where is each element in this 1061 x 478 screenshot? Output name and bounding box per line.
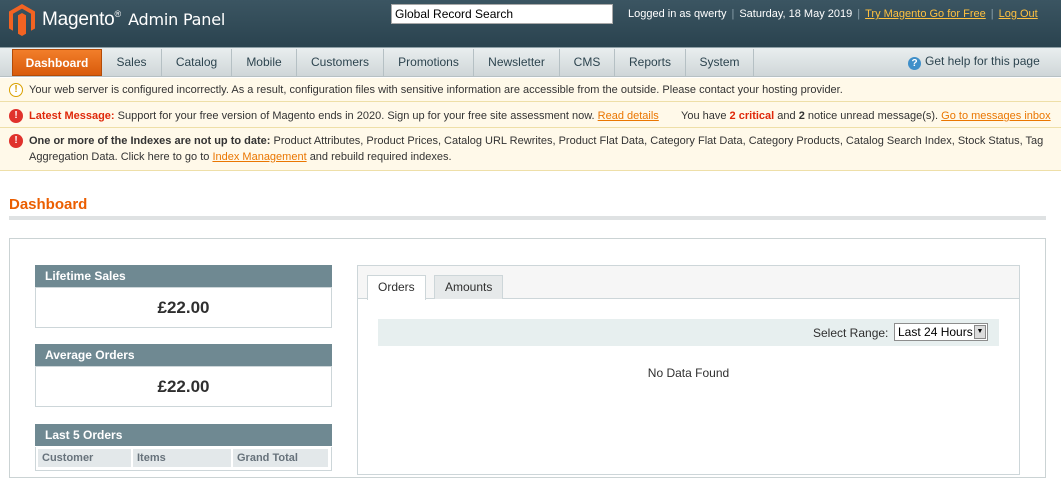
divider	[0, 101, 1061, 102]
global-search-input[interactable]: Global Record Search	[391, 4, 613, 24]
nav-mobile[interactable]: Mobile	[232, 49, 297, 76]
magento-logo-icon	[9, 4, 35, 36]
system-messages: ! Your web server is configured incorrec…	[0, 78, 1061, 171]
magento-logo[interactable]: Magento® Admin Panel	[9, 4, 239, 36]
logged-in-text: Logged in as qwerty	[628, 8, 727, 20]
nav-catalog[interactable]: Catalog	[162, 49, 232, 76]
column-items[interactable]: Items	[133, 449, 232, 467]
nav-reports[interactable]: Reports	[615, 49, 686, 76]
lifetime-sales-label: Lifetime Sales	[35, 265, 332, 287]
unread-and: and	[777, 110, 796, 122]
unread-summary: You have 2 critical and 2 notice unread …	[681, 108, 1051, 124]
critical-count: 2	[729, 110, 736, 122]
chevron-down-icon: ▼	[974, 325, 986, 339]
help-label: Get help for this page	[925, 54, 1040, 68]
nav-cms[interactable]: CMS	[560, 49, 615, 76]
column-customer[interactable]: Customer	[38, 449, 132, 467]
range-bar: Select Range: Last 24 Hours ▼	[378, 319, 999, 346]
nav-newsletter[interactable]: Newsletter	[474, 49, 560, 76]
page-title: Dashboard	[9, 196, 88, 213]
message-indexes: ! One or more of the Indexes are not up …	[9, 133, 1053, 165]
lightbulb-icon: !	[9, 83, 23, 97]
last-orders-label: Last 5 Orders	[35, 424, 332, 446]
last-orders-grid: Customer Items Grand Total	[35, 447, 332, 471]
message-webserver: ! Your web server is configured incorrec…	[9, 82, 1053, 98]
critical-label: critical	[738, 110, 775, 122]
average-orders-label: Average Orders	[35, 344, 332, 366]
latest-message-text: Support for your free version of Magento…	[117, 110, 595, 122]
lifetime-sales-value: £22.00	[35, 287, 332, 328]
notice-label: notice unread message(s).	[807, 110, 939, 122]
range-select[interactable]: Last 24 Hours ▼	[894, 323, 988, 341]
chart-tabs: Orders Amounts	[358, 266, 1019, 300]
logout-link[interactable]: Log Out	[999, 8, 1038, 20]
messages-inbox-link[interactable]: Go to messages inbox	[941, 110, 1050, 122]
nav-system[interactable]: System	[686, 49, 754, 76]
admin-header: Magento® Admin Panel Global Record Searc…	[0, 0, 1061, 47]
no-data-message: No Data Found	[647, 366, 730, 380]
logo-app-name: Magento	[42, 9, 115, 30]
column-grand-total[interactable]: Grand Total	[233, 449, 329, 467]
index-management-link[interactable]: Index Management	[212, 151, 306, 163]
header-links: Logged in as qwerty | Saturday, 18 May 201…	[628, 8, 1038, 20]
error-icon: !	[9, 134, 23, 148]
help-icon: ?	[908, 57, 921, 70]
nav-sales[interactable]: Sales	[102, 49, 162, 76]
chart-panel: Orders Amounts Select Range: Last 24 Hou…	[357, 265, 1020, 475]
try-magento-go-link[interactable]: Try Magento Go for Free	[865, 8, 986, 20]
title-divider	[9, 216, 1046, 220]
unread-prefix: You have	[681, 110, 727, 122]
tab-amounts[interactable]: Amounts	[434, 275, 504, 299]
main-nav: Dashboard Sales Catalog Mobile Customers…	[0, 47, 1061, 77]
divider	[0, 127, 1061, 128]
range-select-value: Last 24 Hours	[898, 325, 973, 339]
current-date: Saturday, 18 May 2019	[739, 8, 853, 20]
average-orders-value: £22.00	[35, 366, 332, 407]
nav-promotions[interactable]: Promotions	[384, 49, 474, 76]
lifetime-sales-box: Lifetime Sales £22.00	[35, 265, 332, 328]
last-orders-box: Last 5 Orders	[35, 424, 332, 446]
logo-text: Magento® Admin Panel	[42, 9, 226, 30]
tab-orders[interactable]: Orders	[367, 275, 426, 300]
read-details-link[interactable]: Read details	[598, 110, 659, 122]
nav-dashboard[interactable]: Dashboard	[12, 49, 102, 76]
select-range-label: Select Range:	[813, 326, 889, 340]
indexes-message-tail: and rebuild required indexes.	[309, 151, 452, 163]
help-link[interactable]: ? Get help for this page	[908, 54, 1040, 70]
nav-customers[interactable]: Customers	[297, 49, 384, 76]
logo-subtitle: Admin Panel	[128, 10, 226, 29]
average-orders-box: Average Orders £22.00	[35, 344, 332, 407]
indexes-message-label: One or more of the Indexes are not up to…	[29, 135, 271, 147]
notice-count: 2	[798, 110, 805, 122]
message-webserver-text: Your web server is configured incorrectl…	[29, 84, 843, 96]
error-icon: !	[9, 109, 23, 123]
latest-message-label: Latest Message:	[29, 110, 115, 122]
message-latest: ! Latest Message: Support for your free …	[9, 108, 1053, 124]
